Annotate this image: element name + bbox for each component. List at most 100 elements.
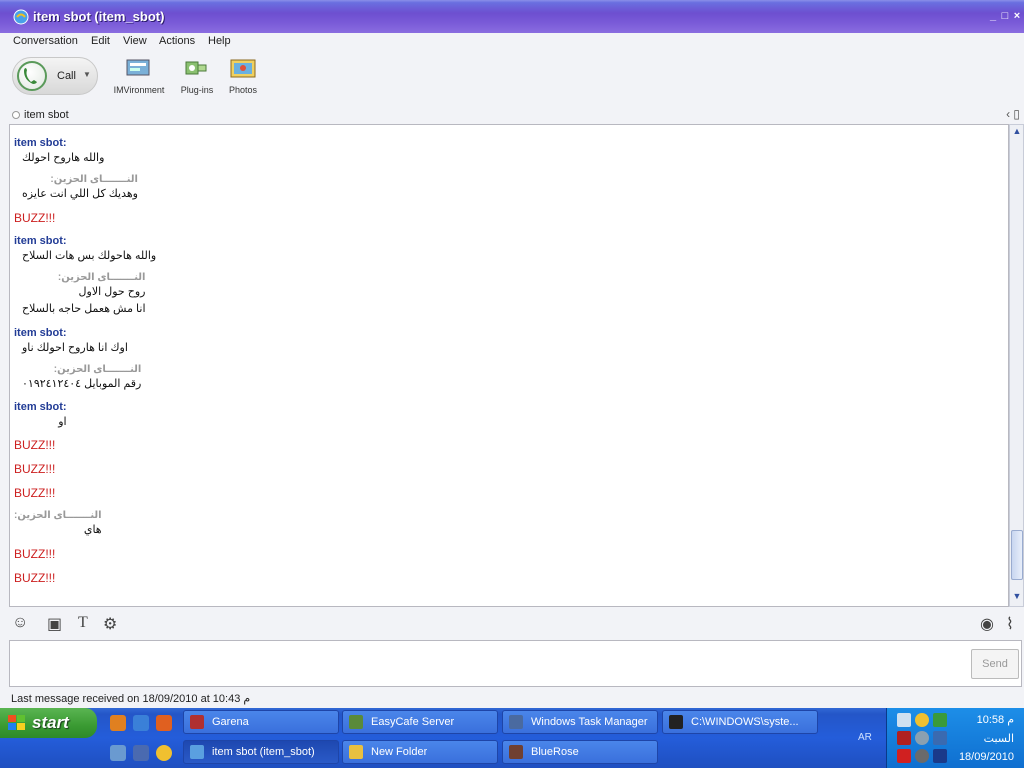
windows-logo-icon — [8, 715, 25, 730]
quicklaunch-folder-icon[interactable] — [110, 745, 126, 761]
message-line: روح حول الاول — [78, 286, 146, 298]
font-icon[interactable]: T — [78, 614, 88, 632]
message-line: او — [58, 416, 67, 428]
sender-name: item sbot: — [14, 401, 67, 413]
messenger-icon — [190, 745, 204, 759]
menu-help[interactable]: Help — [208, 35, 231, 47]
background-icon[interactable]: ⚙ — [103, 614, 117, 634]
plugins-label: Plug-ins — [180, 85, 214, 95]
photos-label: Photos — [228, 85, 258, 95]
chevron-down-icon[interactable]: ▼ — [83, 70, 91, 79]
menu-bar: Conversation Edit View Actions Help — [0, 33, 1024, 51]
quicklaunch-app-icon[interactable] — [110, 715, 126, 731]
status-dot-icon — [12, 111, 20, 119]
message-block: item sbot: اوك انا هاروح احولك ناو — [14, 327, 128, 354]
toolbar: Call ▼ IMVironment Plug-ins Photos — [0, 51, 1024, 107]
task-item-sbot[interactable]: item sbot (item_sbot) — [183, 740, 339, 764]
wink-icon[interactable]: ▣ — [47, 614, 62, 634]
call-button[interactable]: Call ▼ — [12, 57, 98, 95]
volume-icon[interactable] — [933, 749, 947, 763]
display-icon[interactable] — [933, 731, 947, 745]
clock-day: السبت — [983, 733, 1014, 745]
menu-edit[interactable]: Edit — [91, 35, 110, 47]
message-block: النـــــــاى الحزين: روح حول الاول انا مش … — [14, 272, 146, 315]
emoticon-icon[interactable]: ☺ — [12, 614, 28, 632]
message-block: النـــــــاى الحزين: رقم الموبايل ٠١٩٢٤١٢… — [14, 364, 141, 390]
task-bluerose[interactable]: BlueRose — [502, 740, 658, 764]
message-input[interactable]: Send — [9, 640, 1022, 687]
sender-name: النـــــــاى الحزين: — [53, 364, 142, 375]
contact-bar: item sbot ‹ ▯ — [0, 107, 1024, 124]
collapse-panel-icon[interactable]: ‹ ▯ — [1006, 107, 1020, 121]
scroll-thumb[interactable] — [1011, 530, 1023, 580]
message-block: النـــــــاى الحزين: وهديك كل اللي انت عا… — [14, 174, 138, 200]
battery-icon[interactable] — [933, 713, 947, 727]
message-line: اوك انا هاروح احولك ناو — [22, 342, 128, 354]
garena-tray-icon[interactable] — [897, 731, 911, 745]
globe-icon[interactable] — [915, 731, 929, 745]
task-garena[interactable]: Garena — [183, 710, 339, 734]
task-new-folder[interactable]: New Folder — [342, 740, 498, 764]
imvironment-icon — [126, 59, 150, 76]
messenger-quicklaunch-icon[interactable] — [156, 745, 172, 761]
sender-name: النـــــــاى الحزين: — [14, 510, 102, 521]
task-easycafe[interactable]: EasyCafe Server — [342, 710, 498, 734]
media-player-icon[interactable] — [133, 745, 149, 761]
buzz-message: BUZZ!!! — [14, 438, 55, 452]
buzz-text: BUZZ!!! — [14, 571, 56, 585]
garena-icon — [190, 715, 204, 729]
imvironment-button[interactable]: IMVironment — [111, 57, 167, 95]
message-line: رقم الموبايل ٠١٩٢٤١٢٤٠٤ — [22, 378, 142, 390]
maximize-button[interactable]: □ — [1000, 10, 1010, 22]
buzz-message: BUZZ!!! — [14, 547, 55, 561]
chat-scrollbar[interactable]: ▲ ▼ — [1009, 124, 1024, 607]
buzz-text: BUZZ!!! — [14, 547, 56, 561]
minimize-button[interactable]: _ — [988, 10, 998, 22]
task-label: C:\WINDOWS\syste... — [691, 716, 799, 728]
menu-actions[interactable]: Actions — [159, 35, 195, 47]
chat-window: item sbot (item_sbot) _ □ × Conversation… — [0, 0, 1024, 708]
attach-file-icon[interactable]: ⌇ — [1006, 614, 1014, 634]
start-button[interactable]: start — [0, 708, 97, 738]
clock-time[interactable]: 10:58 م — [977, 713, 1014, 726]
internet-explorer-icon[interactable] — [133, 715, 149, 731]
title-bar[interactable]: item sbot (item_sbot) _ □ × — [0, 0, 1024, 33]
firefox-icon[interactable] — [156, 715, 172, 731]
contact-name[interactable]: item sbot — [24, 109, 69, 121]
easycafe-icon — [349, 715, 363, 729]
bluerose-icon — [509, 745, 523, 759]
send-button[interactable]: Send — [971, 649, 1019, 679]
message-block: النـــــــاى الحزين: هاي — [14, 510, 102, 536]
task-label: item sbot (item_sbot) — [212, 746, 315, 758]
scroll-up-icon[interactable]: ▲ — [1011, 126, 1023, 140]
messenger-icon — [13, 9, 29, 25]
photos-button[interactable]: Photos — [226, 57, 260, 95]
task-command-prompt[interactable]: C:\WINDOWS\syste... — [662, 710, 818, 734]
photos-icon — [230, 59, 256, 78]
webcam-icon[interactable]: ◉ — [980, 614, 994, 634]
sender-name: item sbot: — [14, 137, 67, 149]
plugins-button[interactable]: Plug-ins — [178, 57, 216, 95]
audio-device-icon[interactable] — [915, 749, 929, 763]
format-toolbar: ☺ ▣ T ⚙ ◉ ⌇ — [0, 607, 1024, 639]
messenger-tray-icon[interactable] — [915, 713, 929, 727]
imvironment-label: IMVironment — [113, 85, 165, 95]
cmd-icon — [669, 715, 683, 729]
close-button[interactable]: × — [1012, 10, 1022, 22]
language-indicator[interactable]: AR — [858, 732, 872, 743]
folder-icon — [349, 745, 363, 759]
network-icon[interactable] — [897, 713, 911, 727]
message-block: item sbot: والله هاحولك بس هات السلاح — [14, 235, 156, 262]
scroll-down-icon[interactable]: ▼ — [1011, 591, 1023, 605]
buzz-text: BUZZ!!! — [14, 462, 56, 476]
message-line: انا مش هعمل حاجه بالسلاح — [22, 303, 146, 315]
ati-icon[interactable] — [897, 749, 911, 763]
menu-conversation[interactable]: Conversation — [13, 35, 78, 47]
buzz-message: BUZZ!!! — [14, 211, 55, 225]
task-task-manager[interactable]: Windows Task Manager — [502, 710, 658, 734]
conversation-history[interactable]: item sbot: والله هاروح احولك النـــــــاى … — [9, 124, 1009, 607]
task-label: New Folder — [371, 746, 428, 758]
menu-view[interactable]: View — [123, 35, 147, 47]
window-title: item sbot (item_sbot) — [33, 9, 165, 24]
sender-name: النـــــــاى الحزين: — [57, 272, 146, 283]
